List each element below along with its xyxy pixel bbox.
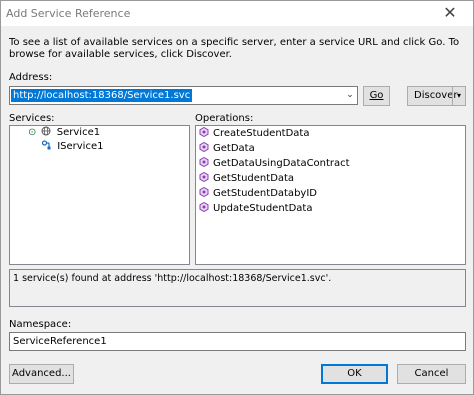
services-label: Services: [9, 113, 55, 124]
list-item[interactable]: GetData [199, 142, 255, 156]
close-icon: ✕ [443, 3, 457, 22]
list-item[interactable]: GetStudentData [199, 172, 294, 186]
list-item[interactable]: GetStudentDatabyID [199, 187, 317, 201]
address-label: Address: [9, 72, 53, 83]
operation-label: GetDataUsingDataContract [213, 158, 350, 169]
operation-icon [199, 187, 209, 197]
operation-icon [199, 127, 209, 137]
tree-item-iservice1[interactable]: IService1 [41, 140, 104, 154]
operation-icon [199, 157, 209, 167]
operation-icon [199, 142, 209, 152]
dropdown-arrow-icon[interactable]: ▾ [453, 87, 465, 105]
window-title: Add Service Reference [6, 7, 131, 20]
go-button[interactable]: Go [363, 86, 390, 106]
operations-label: Operations: [195, 113, 254, 124]
interface-icon [41, 140, 51, 150]
operation-label: UpdateStudentData [213, 203, 313, 214]
services-tree[interactable]: ⊙ Service1 IService1 [9, 125, 190, 265]
discover-button[interactable]: Discover ▾ [407, 86, 466, 106]
operation-icon [199, 202, 209, 212]
advanced-button-label: Advanced... [12, 368, 71, 379]
operation-label: GetStudentData [213, 173, 295, 184]
advanced-button[interactable]: Advanced... [9, 364, 74, 384]
operation-icon [199, 172, 209, 182]
status-text: 1 service(s) found at address 'http://lo… [13, 273, 332, 284]
expand-toggle-icon[interactable]: ⊙ [28, 127, 36, 138]
list-item[interactable]: UpdateStudentData [199, 202, 312, 216]
tree-item-service1[interactable]: ⊙ Service1 [28, 126, 100, 140]
tree-item-label: IService1 [57, 141, 104, 152]
status-box: 1 service(s) found at address 'http://lo… [9, 269, 466, 307]
discover-button-label: Discover [414, 90, 458, 101]
close-button[interactable]: ✕ [427, 1, 473, 26]
intro-text: To see a list of available services on a… [9, 37, 460, 60]
ok-button[interactable]: OK [321, 364, 388, 384]
operations-list[interactable]: CreateStudentData GetData GetDataUsingDa… [195, 125, 466, 265]
globe-service-icon [41, 126, 51, 136]
namespace-label: Namespace: [9, 319, 72, 330]
go-button-label: Go [369, 90, 384, 101]
list-item[interactable]: GetDataUsingDataContract [199, 157, 350, 171]
address-combobox[interactable]: http://localhost:18368/Service1.svc ⌄ [9, 86, 358, 105]
title-bar: Add Service Reference ✕ [1, 1, 473, 26]
tree-item-label: Service1 [56, 127, 101, 138]
operation-label: GetStudentDatabyID [213, 188, 317, 199]
cancel-button-label: Cancel [414, 368, 449, 379]
ok-button-label: OK [347, 368, 362, 379]
namespace-input[interactable]: ServiceReference1 [9, 332, 466, 351]
add-service-reference-dialog: Add Service Reference ✕ To see a list of… [0, 0, 474, 395]
operation-label: CreateStudentData [213, 128, 310, 139]
address-value[interactable]: http://localhost:18368/Service1.svc [11, 89, 193, 102]
list-item[interactable]: CreateStudentData [199, 127, 309, 141]
chevron-down-icon[interactable]: ⌄ [343, 87, 357, 104]
cancel-button[interactable]: Cancel [397, 364, 466, 384]
namespace-value[interactable]: ServiceReference1 [13, 335, 107, 348]
operation-label: GetData [213, 143, 255, 154]
